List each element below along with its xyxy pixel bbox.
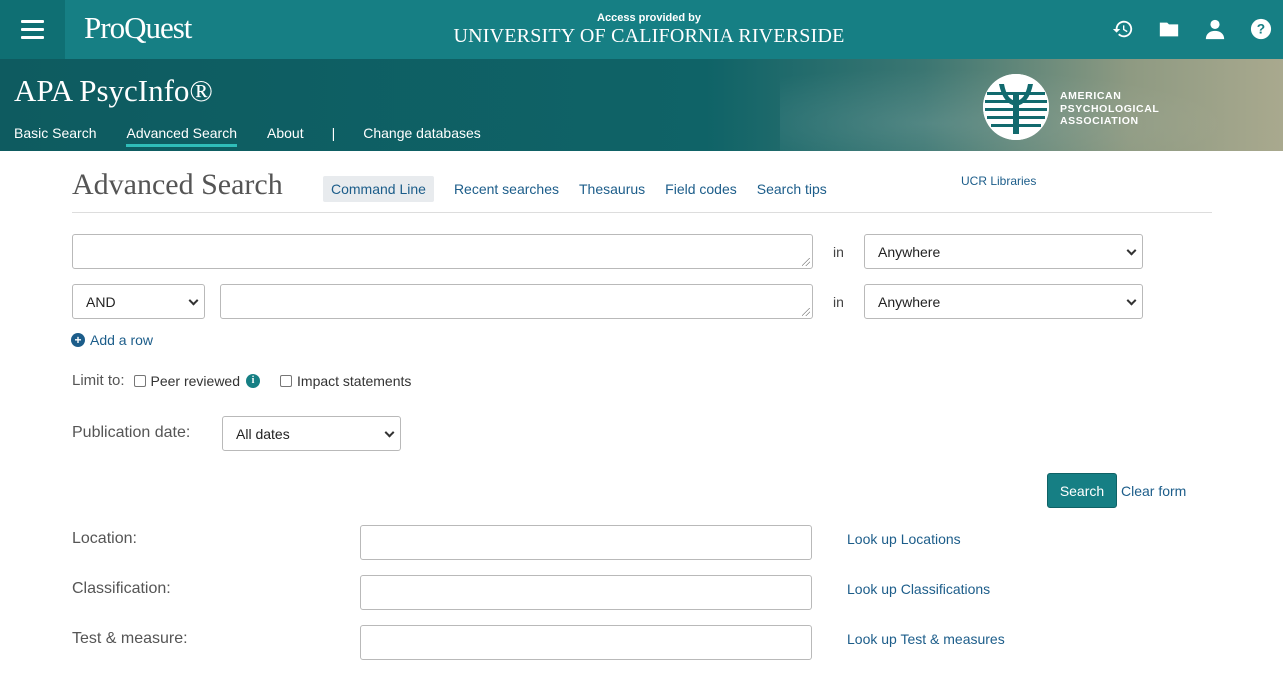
classification-label: Classification: bbox=[72, 580, 171, 597]
history-icon[interactable] bbox=[1110, 16, 1135, 41]
database-nav: Basic Search Advanced Search About | Cha… bbox=[14, 125, 511, 147]
apa-line-1: AMERICAN bbox=[1060, 90, 1122, 102]
access-label: Access provided by bbox=[597, 12, 701, 24]
tab-search-tips[interactable]: Search tips bbox=[757, 181, 827, 197]
classification-input[interactable] bbox=[360, 575, 812, 610]
info-icon[interactable]: i bbox=[246, 373, 261, 388]
nav-separator: | bbox=[331, 125, 336, 141]
svg-text:?: ? bbox=[1256, 21, 1264, 36]
field-select-2-value: Anywhere bbox=[878, 293, 941, 310]
folder-icon[interactable] bbox=[1156, 16, 1181, 41]
header-icons: ? bbox=[1110, 16, 1273, 41]
field-select-2[interactable]: Anywhere bbox=[864, 284, 1143, 319]
database-title: APA PsycInfo® bbox=[14, 73, 213, 108]
search-button[interactable]: Search bbox=[1047, 473, 1117, 508]
header-divider bbox=[72, 212, 1212, 213]
limit-options: Limit to: Peer reviewed i Impact stateme… bbox=[72, 372, 411, 389]
menu-icon[interactable] bbox=[0, 0, 65, 59]
test-measure-label: Test & measure: bbox=[72, 630, 188, 647]
nav-basic-search[interactable]: Basic Search bbox=[14, 125, 96, 147]
in-label-2: in bbox=[833, 294, 844, 310]
location-label: Location: bbox=[72, 530, 137, 547]
nav-about[interactable]: About bbox=[267, 125, 304, 147]
impact-statements-checkbox[interactable] bbox=[280, 374, 293, 387]
peer-reviewed-label[interactable]: Peer reviewed bbox=[151, 373, 241, 389]
tab-command-line[interactable]: Command Line bbox=[323, 176, 434, 202]
access-banner: Access provided by UNIVERSITY OF CALIFOR… bbox=[440, 12, 858, 48]
operator-select-2[interactable]: AND bbox=[72, 284, 205, 319]
chevron-down-icon bbox=[1126, 295, 1137, 306]
chevron-down-icon bbox=[384, 427, 395, 438]
peer-reviewed-checkbox[interactable] bbox=[133, 374, 146, 387]
institution-name: UNIVERSITY OF CALIFORNIA RIVERSIDE bbox=[453, 25, 845, 47]
nav-change-databases[interactable]: Change databases bbox=[363, 125, 481, 147]
user-icon[interactable] bbox=[1202, 16, 1227, 41]
add-row-link[interactable]: + Add a row bbox=[71, 332, 153, 348]
field-select-1[interactable]: Anywhere bbox=[864, 234, 1143, 269]
publication-date-label: Publication date: bbox=[72, 424, 191, 441]
apa-logo-icon bbox=[983, 74, 1049, 140]
location-input[interactable] bbox=[360, 525, 812, 560]
tab-recent-searches[interactable]: Recent searches bbox=[454, 181, 559, 197]
help-icon[interactable]: ? bbox=[1248, 16, 1273, 41]
operator-select-2-value: AND bbox=[86, 293, 116, 310]
publication-date-select[interactable]: All dates bbox=[222, 416, 401, 451]
field-select-1-value: Anywhere bbox=[878, 243, 941, 260]
chevron-down-icon bbox=[1126, 245, 1137, 256]
test-measure-input[interactable] bbox=[360, 625, 812, 660]
database-banner: APA PsycInfo® Basic Search Advanced Sear… bbox=[0, 59, 1283, 151]
publication-date-value: All dates bbox=[236, 425, 290, 442]
impact-statements-label[interactable]: Impact statements bbox=[297, 373, 411, 389]
lookup-classifications-link[interactable]: Look up Classifications bbox=[847, 581, 990, 597]
limit-label: Limit to: bbox=[72, 372, 125, 389]
search-input-2[interactable] bbox=[220, 284, 813, 319]
apa-line-2: PSYCHOLOGICAL bbox=[1060, 102, 1160, 115]
chevron-down-icon bbox=[188, 295, 199, 306]
lookup-locations-link[interactable]: Look up Locations bbox=[847, 531, 961, 547]
tab-thesaurus[interactable]: Thesaurus bbox=[579, 181, 645, 197]
nav-advanced-search[interactable]: Advanced Search bbox=[126, 125, 238, 147]
tab-field-codes[interactable]: Field codes bbox=[665, 181, 737, 197]
page-title: Advanced Search bbox=[72, 168, 283, 201]
top-bar: ProQuest Access provided by UNIVERSITY O… bbox=[0, 0, 1283, 59]
clear-form-link[interactable]: Clear form bbox=[1121, 483, 1186, 499]
add-row-label: Add a row bbox=[90, 332, 154, 348]
apa-line-3: ASSOCIATION bbox=[1060, 115, 1139, 127]
apa-wordmark: AMERICAN PSYCHOLOGICAL ASSOCIATION bbox=[1060, 90, 1159, 128]
lookup-test-measures-link[interactable]: Look up Test & measures bbox=[847, 631, 1005, 647]
in-label-1: in bbox=[833, 244, 844, 260]
ucr-libraries-link[interactable]: UCR Libraries bbox=[961, 174, 1036, 188]
search-subnav: Command Line Recent searches Thesaurus F… bbox=[323, 176, 847, 202]
search-input-1[interactable] bbox=[72, 234, 813, 269]
plus-circle-icon: + bbox=[71, 333, 85, 347]
proquest-logo[interactable]: ProQuest bbox=[84, 10, 192, 46]
